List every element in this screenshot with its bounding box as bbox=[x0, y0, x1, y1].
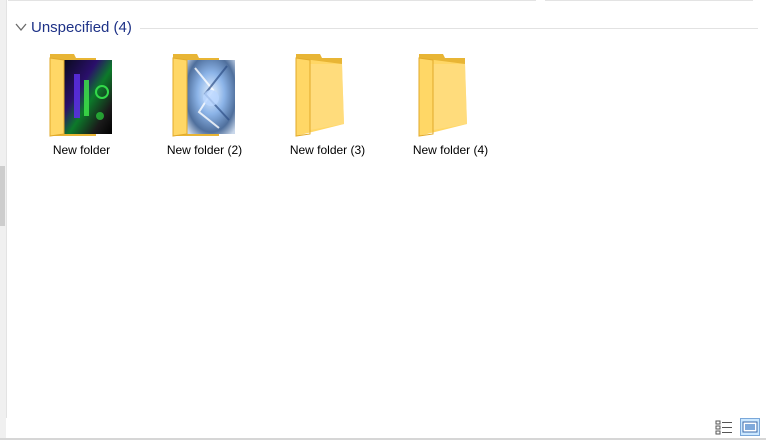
folder-name: New folder (2) bbox=[166, 143, 243, 157]
large-icons-view-button[interactable] bbox=[740, 418, 760, 436]
status-bar bbox=[6, 418, 766, 440]
folder-name: New folder (4) bbox=[412, 143, 489, 157]
chevron-down-icon[interactable] bbox=[14, 20, 28, 34]
folder-icon bbox=[413, 50, 489, 140]
left-scrollbar[interactable] bbox=[0, 0, 7, 440]
scrollbar-thumb[interactable] bbox=[0, 166, 5, 226]
folder-item[interactable]: New folder (3) bbox=[266, 50, 389, 160]
top-divider bbox=[8, 0, 536, 1]
details-view-button[interactable] bbox=[714, 418, 734, 436]
large-icons-view-icon bbox=[742, 421, 758, 433]
folder-item[interactable]: New folder bbox=[20, 50, 143, 160]
details-view-icon bbox=[715, 420, 732, 435]
folder-icon bbox=[44, 50, 120, 140]
group-header-unspecified[interactable]: Unspecified (4) bbox=[14, 16, 758, 38]
folder-icon bbox=[290, 50, 366, 140]
folder-name: New folder (3) bbox=[289, 143, 366, 157]
group-title: Unspecified (4) bbox=[31, 18, 132, 36]
folder-name: New folder bbox=[52, 143, 111, 157]
group-divider bbox=[139, 27, 758, 29]
folder-item[interactable]: New folder (2) bbox=[143, 50, 266, 160]
folder-grid: New folder New folder (2) New folder (3)… bbox=[20, 50, 512, 160]
folder-item[interactable]: New folder (4) bbox=[389, 50, 512, 160]
top-divider-right bbox=[545, 0, 753, 1]
folder-icon bbox=[167, 50, 243, 140]
